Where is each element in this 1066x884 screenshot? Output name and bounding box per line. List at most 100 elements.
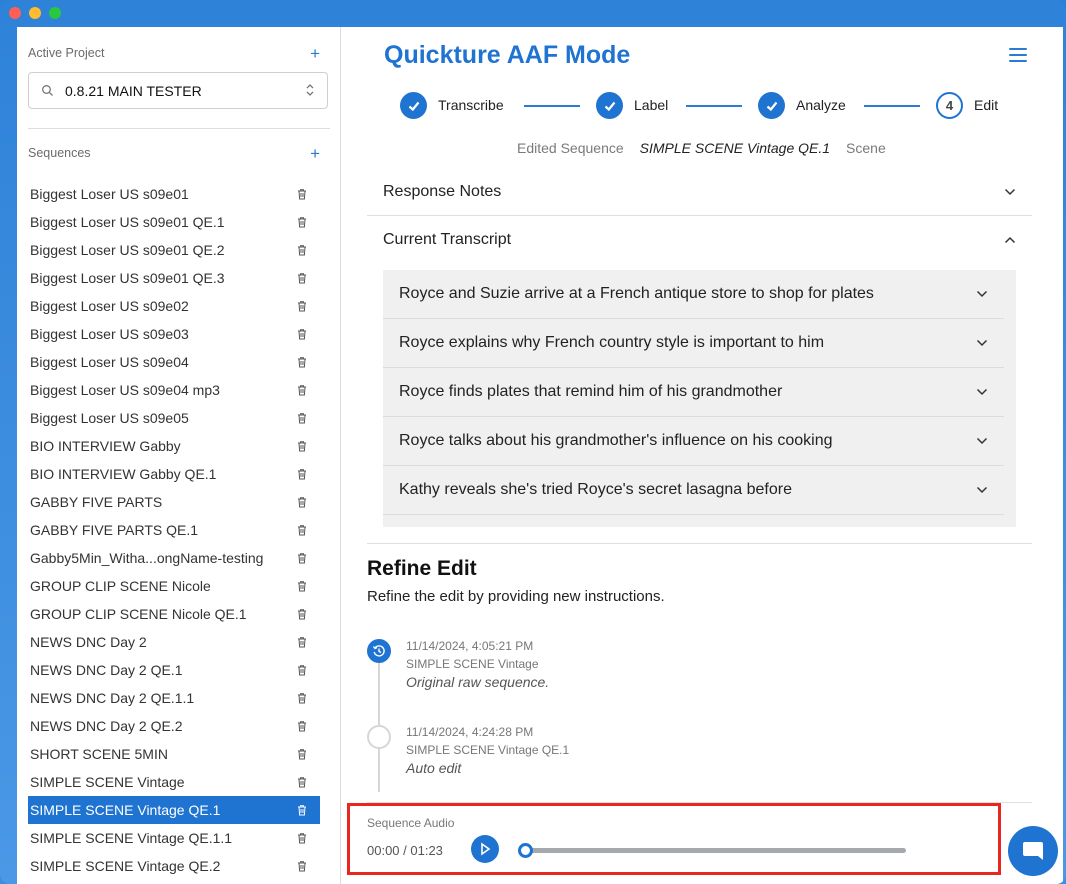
- chevron-down-icon: [976, 437, 988, 445]
- history-icon: [367, 639, 391, 663]
- trash-icon[interactable]: [296, 524, 308, 536]
- step-connector: [524, 105, 580, 107]
- trash-icon[interactable]: [296, 776, 308, 788]
- response-notes-header[interactable]: Response Notes: [367, 168, 1032, 216]
- chevron-down-icon: [1004, 188, 1016, 195]
- chat-button[interactable]: [1008, 826, 1058, 876]
- sequence-item[interactable]: Biggest Loser US s09e04 mp3: [28, 376, 320, 404]
- refine-edit-subtitle: Refine the edit by providing new instruc…: [367, 588, 665, 605]
- sequence-item[interactable]: NEWS DNC Day 2: [28, 628, 320, 656]
- sequence-item-label: SIMPLE SCENE Vintage QE.1: [30, 802, 221, 818]
- trash-icon[interactable]: [296, 384, 308, 396]
- timeline-timestamp: 11/14/2024, 4:05:21 PM: [406, 639, 534, 653]
- sequence-item[interactable]: Gabby5Min_Witha...ongName-testing: [28, 544, 320, 572]
- project-select[interactable]: 0.8.21 MAIN TESTER: [28, 72, 328, 109]
- trash-icon[interactable]: [296, 188, 308, 200]
- trash-icon[interactable]: [296, 860, 308, 872]
- transcript-item[interactable]: Royce explains why French country style …: [383, 319, 1004, 368]
- audio-seek-thumb[interactable]: [518, 843, 533, 858]
- chevron-up-icon: [1004, 236, 1016, 244]
- chevron-down-icon: [976, 290, 988, 298]
- sequence-item-label: Gabby5Min_Witha...ongName-testing: [30, 550, 264, 566]
- sequence-item[interactable]: SIMPLE SCENE Vintage QE.1.1: [28, 824, 320, 852]
- sequence-item[interactable]: SIMPLE SCENE Vintage QE.2: [28, 852, 320, 880]
- step-analyze: Analyze: [796, 97, 846, 113]
- minimize-window-button[interactable]: [29, 7, 41, 19]
- current-transcript-header[interactable]: Current Transcript: [367, 216, 1032, 264]
- step-edit: Edit: [974, 97, 999, 113]
- timeline-entry[interactable]: 11/14/2024, 4:24:28 PM SIMPLE SCENE Vint…: [406, 723, 569, 777]
- sequence-item-label: NEWS DNC Day 2: [30, 634, 147, 650]
- sequence-item[interactable]: Biggest Loser US s09e01 QE.1: [28, 208, 320, 236]
- sequence-item[interactable]: SHORT SCENE 5MIN: [28, 740, 320, 768]
- trash-icon[interactable]: [296, 580, 308, 592]
- trash-icon[interactable]: [296, 636, 308, 648]
- menu-icon[interactable]: [1009, 48, 1027, 62]
- transcript-item[interactable]: Royce finds plates that remind him of hi…: [383, 368, 1004, 417]
- sequence-item[interactable]: SIMPLE SCENE Vintage: [28, 768, 320, 796]
- chevron-down-icon: [976, 486, 988, 494]
- trash-icon[interactable]: [296, 328, 308, 340]
- transcript-item-label: Royce finds plates that remind him of hi…: [399, 383, 783, 400]
- transcript-item[interactable]: Royce and Suzie arrive at a French antiq…: [383, 270, 1004, 319]
- trash-icon[interactable]: [296, 552, 308, 564]
- trash-icon[interactable]: [296, 468, 308, 480]
- add-project-button[interactable]: +: [310, 45, 320, 62]
- chevron-down-icon: [976, 388, 988, 396]
- trash-icon[interactable]: [296, 356, 308, 368]
- sequences-label: Sequences: [28, 146, 91, 160]
- trash-icon[interactable]: [296, 272, 308, 284]
- trash-icon[interactable]: [296, 720, 308, 732]
- sequence-item-label: Biggest Loser US s09e01: [30, 186, 189, 202]
- sequence-item[interactable]: GABBY FIVE PARTS: [28, 488, 320, 516]
- sequence-item-label: NEWS DNC Day 2 QE.1.1: [30, 690, 195, 706]
- check-icon: [400, 92, 427, 119]
- trash-icon[interactable]: [296, 664, 308, 676]
- sequence-item[interactable]: NEWS DNC Day 2 QE.1: [28, 656, 320, 684]
- sidebar-divider: [28, 128, 330, 129]
- sequence-item-label: GABBY FIVE PARTS QE.1: [30, 522, 199, 538]
- add-sequence-button[interactable]: +: [310, 145, 320, 162]
- transcript-item[interactable]: Kathy reveals she's tried Royce's secret…: [383, 466, 1004, 515]
- trash-icon[interactable]: [296, 300, 308, 312]
- sequence-item[interactable]: BIO INTERVIEW Gabby QE.1: [28, 460, 320, 488]
- chevron-down-icon: [976, 339, 988, 347]
- trash-icon[interactable]: [296, 832, 308, 844]
- trash-icon[interactable]: [296, 216, 308, 228]
- trash-icon[interactable]: [296, 748, 308, 760]
- sidebar: Active Project + 0.8.21 MAIN TESTER Sequ…: [17, 27, 341, 884]
- sequence-item[interactable]: Biggest Loser US s09e01: [28, 180, 320, 208]
- sequence-item-label: GROUP CLIP SCENE Nicole QE.1: [30, 606, 247, 622]
- sequence-item[interactable]: GROUP CLIP SCENE Nicole: [28, 572, 320, 600]
- sequence-item-label: Biggest Loser US s09e01 QE.1: [30, 214, 225, 230]
- transcript-item[interactable]: Royce talks about his grandmother's infl…: [383, 417, 1004, 466]
- trash-icon[interactable]: [296, 412, 308, 424]
- project-select-value: 0.8.21 MAIN TESTER: [65, 82, 202, 99]
- sequence-item[interactable]: BIO INTERVIEW Gabby: [28, 432, 320, 460]
- sequence-item[interactable]: NEWS DNC Day 2 QE.2: [28, 712, 320, 740]
- trash-icon[interactable]: [296, 804, 308, 816]
- sequence-item[interactable]: Biggest Loser US s09e01 QE.2: [28, 236, 320, 264]
- trash-icon[interactable]: [296, 692, 308, 704]
- zoom-window-button[interactable]: [49, 7, 61, 19]
- sequence-item[interactable]: GABBY FIVE PARTS QE.1: [28, 516, 320, 544]
- sequence-item[interactable]: Biggest Loser US s09e01 QE.3: [28, 264, 320, 292]
- sequence-item[interactable]: NEWS DNC Day 2 QE.1.1: [28, 684, 320, 712]
- trash-icon[interactable]: [296, 496, 308, 508]
- play-button[interactable]: [471, 835, 499, 863]
- sequence-item[interactable]: Biggest Loser US s09e05: [28, 404, 320, 432]
- trash-icon[interactable]: [296, 244, 308, 256]
- close-window-button[interactable]: [9, 7, 21, 19]
- sequence-item[interactable]: GROUP CLIP SCENE Nicole QE.1: [28, 600, 320, 628]
- timeline-entry[interactable]: 11/14/2024, 4:05:21 PM SIMPLE SCENE Vint…: [406, 637, 549, 691]
- trash-icon[interactable]: [296, 608, 308, 620]
- sequence-item[interactable]: Biggest Loser US s09e04: [28, 348, 320, 376]
- transcript-item-label: Royce talks about his grandmother's infl…: [399, 432, 833, 449]
- audio-seek-track[interactable]: [526, 848, 906, 853]
- sequence-item-label: BIO INTERVIEW Gabby QE.1: [30, 466, 217, 482]
- trash-icon[interactable]: [296, 440, 308, 452]
- sequence-item[interactable]: Biggest Loser US s09e03: [28, 320, 320, 348]
- sequence-item[interactable]: Biggest Loser US s09e02: [28, 292, 320, 320]
- sequence-item[interactable]: SIMPLE SCENE Vintage QE.1: [28, 796, 320, 824]
- step-label: Label: [634, 97, 669, 113]
